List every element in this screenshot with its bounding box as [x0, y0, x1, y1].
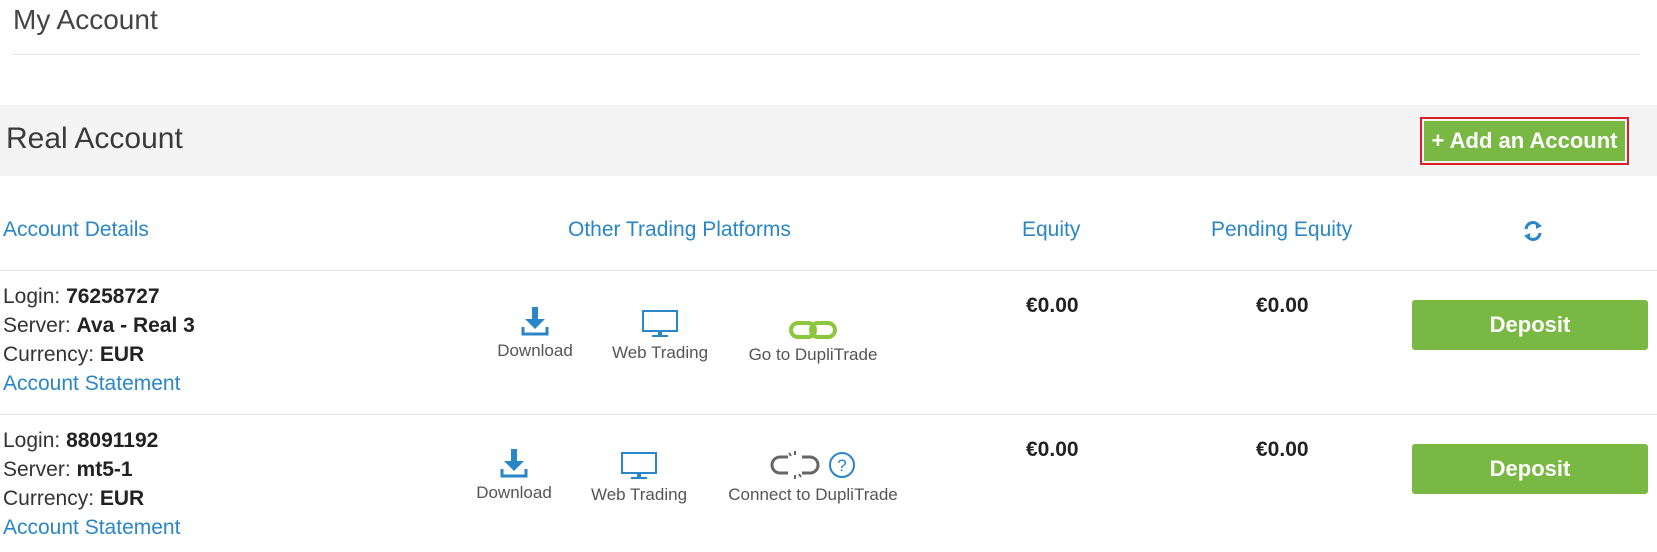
- page-title: My Account: [13, 4, 158, 35]
- monitor-icon: [620, 449, 658, 481]
- header-other-platforms[interactable]: Other Trading Platforms: [568, 218, 791, 242]
- server-label: Server:: [3, 458, 71, 481]
- broken-link-icon: ?: [768, 449, 858, 481]
- server-line: Server: Ava - Real 3: [3, 314, 195, 338]
- pending-equity-value: €0.00: [1256, 294, 1309, 317]
- account-row: Login: 76258727 Server: Ava - Real 3 Cur…: [0, 271, 1657, 408]
- account-statement-link[interactable]: Account Statement: [3, 372, 180, 396]
- login-value: 88091192: [66, 429, 159, 452]
- add-account-button[interactable]: + Add an Account: [1420, 117, 1629, 165]
- duplitrade-platform[interactable]: ? Connect to DupliTrade: [722, 449, 904, 505]
- download-platform[interactable]: Download: [494, 305, 576, 361]
- duplitrade-platform[interactable]: Go to DupliTrade: [742, 309, 884, 365]
- deposit-button[interactable]: Deposit: [1412, 444, 1648, 494]
- web-trading-platform[interactable]: Web Trading: [609, 307, 711, 363]
- duplitrade-label: Connect to DupliTrade: [728, 485, 898, 504]
- currency-line: Currency: EUR: [3, 487, 144, 511]
- deposit-label: Deposit: [1489, 456, 1571, 481]
- link-icon: [789, 309, 837, 341]
- account-statement-link[interactable]: Account Statement: [3, 516, 180, 540]
- server-value: Ava - Real 3: [76, 314, 195, 337]
- server-label: Server:: [3, 314, 71, 337]
- download-icon: [499, 447, 529, 479]
- currency-value: EUR: [99, 343, 145, 366]
- header-pending-equity[interactable]: Pending Equity: [1211, 218, 1352, 242]
- login-label: Login:: [3, 429, 61, 452]
- download-label: Download: [497, 341, 573, 360]
- deposit-button[interactable]: Deposit: [1412, 300, 1648, 350]
- pending-equity-value: €0.00: [1256, 438, 1309, 461]
- web-trading-label: Web Trading: [611, 343, 709, 362]
- title-divider: [12, 54, 1640, 55]
- download-label: Download: [476, 483, 552, 502]
- account-row: Login: 88091192 Server: mt5-1 Currency: …: [0, 415, 1657, 552]
- currency-value: EUR: [99, 487, 145, 510]
- monitor-icon: [641, 307, 679, 339]
- server-line: Server: mt5-1: [3, 458, 133, 482]
- equity-value: €0.00: [1026, 294, 1079, 317]
- header-equity[interactable]: Equity: [1022, 218, 1080, 242]
- svg-text:?: ?: [837, 456, 846, 475]
- duplitrade-label: Go to DupliTrade: [748, 345, 878, 364]
- download-icon: [520, 305, 550, 337]
- currency-line: Currency: EUR: [3, 343, 144, 367]
- login-line: Login: 88091192: [3, 429, 158, 453]
- web-trading-platform[interactable]: Web Trading: [588, 449, 690, 505]
- equity-value: €0.00: [1026, 438, 1079, 461]
- web-trading-label: Web Trading: [590, 485, 688, 504]
- login-value: 76258727: [66, 285, 160, 308]
- currency-label: Currency:: [3, 487, 95, 510]
- section-header: Real Account + Add an Account: [0, 105, 1657, 176]
- login-line: Login: 76258727: [3, 285, 160, 309]
- login-label: Login:: [3, 285, 61, 308]
- header-account-details[interactable]: Account Details: [3, 218, 149, 242]
- currency-label: Currency:: [3, 343, 95, 366]
- server-value: mt5-1: [76, 458, 133, 481]
- add-account-label: + Add an Account: [1431, 128, 1618, 153]
- refresh-icon[interactable]: [1522, 220, 1544, 242]
- deposit-label: Deposit: [1489, 312, 1571, 337]
- section-title: Real Account: [6, 122, 183, 155]
- download-platform[interactable]: Download: [473, 447, 555, 503]
